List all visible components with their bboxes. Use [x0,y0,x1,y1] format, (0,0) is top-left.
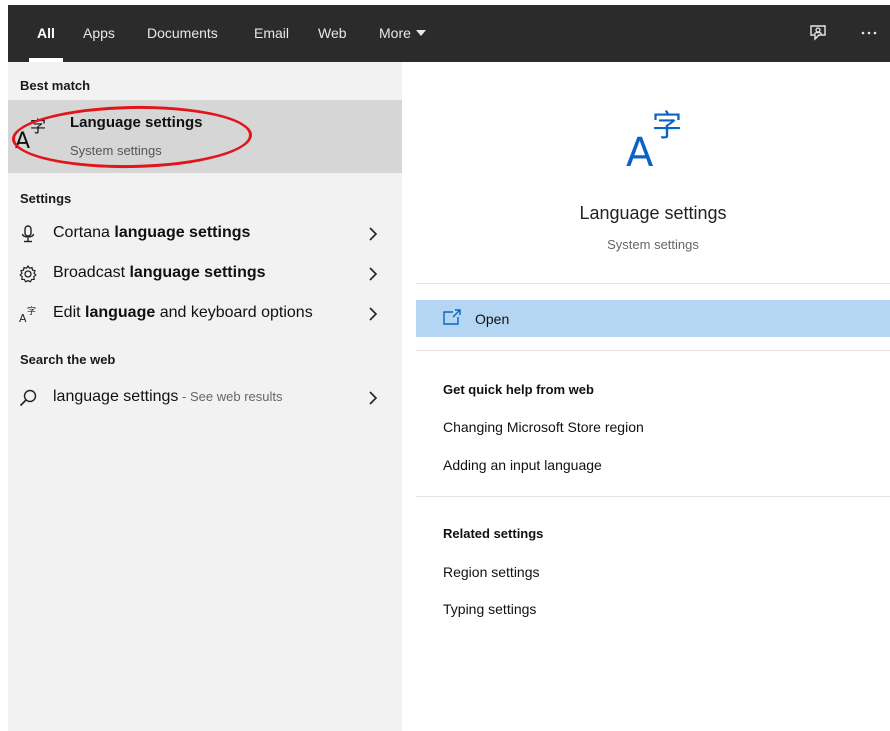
tab-web[interactable]: Web [318,5,347,62]
gear-icon [18,264,38,284]
settings-heading: Settings [20,191,72,206]
tab-all[interactable]: All [29,5,63,62]
result-web-search[interactable]: language settings - See web results [8,378,402,418]
feedback-icon[interactable] [808,22,830,44]
quick-help-heading: Get quick help from web [443,382,594,397]
search-web-heading: Search the web [20,352,116,367]
svg-text:字: 字 [30,117,46,136]
chevron-right-icon[interactable] [368,391,378,405]
result-label: language settings - See web results [53,388,282,406]
language-icon: A 字 [12,114,52,154]
web-hint: - See web results [178,389,283,404]
result-label: Broadcast language settings [53,264,266,282]
tab-more-label: More [379,25,411,41]
language-icon: A 字 [624,104,694,176]
best-match-result[interactable]: A 字 Language settings System settings [8,100,402,173]
web-query: language settings [53,388,179,405]
tab-more[interactable]: More [379,5,426,62]
chevron-right-icon[interactable] [368,307,378,321]
preview-subtitle: System settings [607,237,699,252]
result-edit-language-keyboard-options[interactable]: A 字 Edit language and keyboard options [8,294,402,334]
search-scope-bar: All Apps Documents Email Web More [8,5,890,62]
svg-text:字: 字 [27,305,36,317]
preview-title: Language settings [579,203,727,223]
svg-text:字: 字 [652,109,682,144]
label-match: language settings [114,224,251,241]
divider [416,283,890,284]
svg-text:A: A [19,312,27,324]
open-button[interactable]: Open [416,300,890,337]
chevron-right-icon[interactable] [368,227,378,241]
tab-documents[interactable]: Documents [147,5,218,62]
svg-text:A: A [626,130,654,170]
result-label: Cortana language settings [53,224,250,242]
result-label: Edit language and keyboard options [53,304,313,322]
label-text: Broadcast [53,264,130,281]
result-broadcast-language-settings[interactable]: Broadcast language settings [8,254,402,294]
related-settings-link[interactable]: Region settings [443,564,540,580]
best-match-subtitle: System settings [70,143,162,158]
chevron-right-icon[interactable] [368,267,378,281]
quick-help-link[interactable]: Adding an input language [443,457,602,473]
divider [416,496,890,497]
search-window: All Apps Documents Email Web More Best m… [8,5,890,731]
label-text: Edit [53,304,86,321]
related-settings-heading: Related settings [443,526,544,541]
label-match: language settings [129,264,266,281]
preview-pane: A 字 Language settings System settings Op… [416,78,890,731]
best-match-title: Language settings [70,114,203,131]
open-window-icon [442,309,462,327]
tab-email[interactable]: Email [254,5,289,62]
microphone-icon [18,224,38,244]
caret-down-icon [415,30,426,36]
language-icon: A 字 [18,304,38,325]
svg-text:A: A [15,129,30,152]
label-match: language [85,304,156,321]
result-cortana-language-settings[interactable]: Cortana language settings [8,214,402,254]
tab-apps[interactable]: Apps [83,5,115,62]
search-icon [18,388,38,408]
results-pane: Best match A 字 Language settings System … [8,62,402,731]
divider [416,350,890,351]
open-label: Open [475,311,510,327]
best-match-heading: Best match [20,78,91,93]
quick-help-link[interactable]: Changing Microsoft Store region [443,419,644,435]
label-text: and keyboard options [155,304,313,321]
more-options-icon[interactable] [858,22,880,44]
label-text: Cortana [53,224,115,241]
related-settings-link[interactable]: Typing settings [443,601,536,617]
